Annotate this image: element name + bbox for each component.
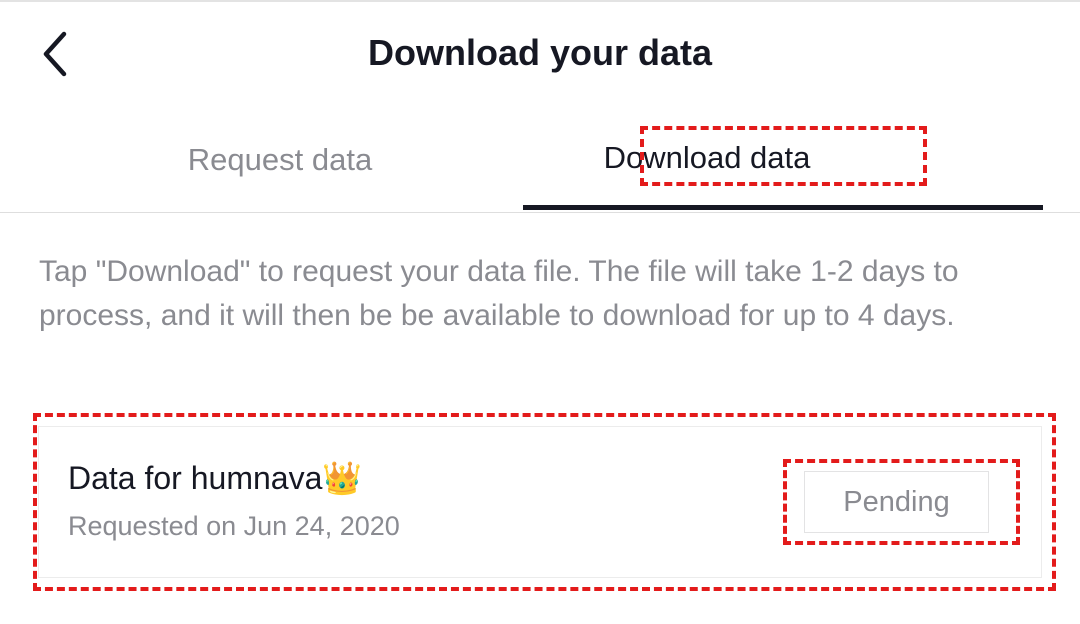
active-tab-indicator [523,205,1043,210]
card-title: Data for humnava👑 [68,460,363,496]
header: Download your data [0,2,1080,102]
tab-bar: Request data Download data [0,110,1080,213]
tab-download-data-label: Download data [603,140,811,175]
card-requested-date: Requested on Jun 24, 2020 [68,511,400,541]
data-request-card: Data for humnava👑 Requested on Jun 24, 2… [38,426,1042,578]
pending-button[interactable]: Pending [804,471,989,533]
page-title: Download your data [367,32,713,73]
tab-download-data[interactable]: Download data [523,110,1043,210]
description-text: Tap "Download" to request your data file… [39,255,959,332]
tab-request-data[interactable]: Request data [40,110,520,210]
tab-request-data-label: Request data [187,142,373,177]
pending-button-label: Pending [843,485,950,518]
